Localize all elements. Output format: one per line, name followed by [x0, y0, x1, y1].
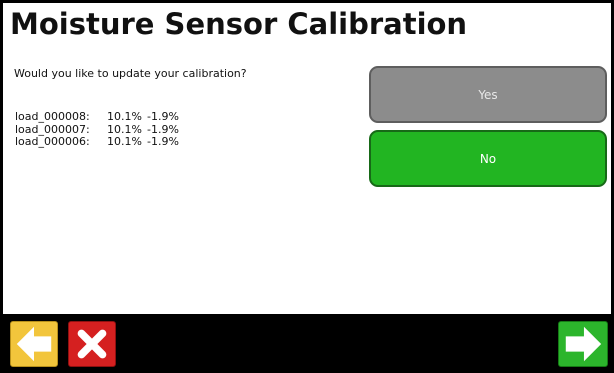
calibration-prompt: Would you like to update your calibratio…	[14, 67, 247, 80]
yes-button-label: Yes	[478, 87, 498, 102]
yes-button[interactable]: Yes	[369, 66, 607, 123]
load-name: load_000008:	[15, 110, 90, 123]
cancel-button[interactable]	[68, 321, 116, 367]
load-name: load_000006:	[15, 135, 90, 148]
calibration-screen: Moisture Sensor Calibration Would you li…	[3, 3, 611, 314]
arrow-right-icon	[565, 326, 602, 362]
load-value-2: -1.9%	[147, 135, 179, 148]
next-button[interactable]	[558, 321, 608, 367]
load-value-1: 10.1%	[107, 110, 142, 123]
page-title: Moisture Sensor Calibration	[10, 7, 468, 41]
no-button[interactable]: No	[369, 130, 607, 187]
load-list: load_000008: 10.1% -1.9% load_000007: 10.1%…	[15, 110, 179, 149]
arrow-left-icon	[16, 326, 52, 362]
list-item: load_000008: 10.1% -1.9%	[15, 110, 179, 124]
load-value-2: -1.9%	[147, 110, 179, 123]
load-value-1: 10.1%	[107, 135, 142, 148]
close-icon	[77, 329, 107, 359]
no-button-label: No	[479, 151, 497, 166]
list-item: load_000006: 10.1% -1.9%	[15, 135, 179, 149]
back-button[interactable]	[10, 321, 58, 367]
